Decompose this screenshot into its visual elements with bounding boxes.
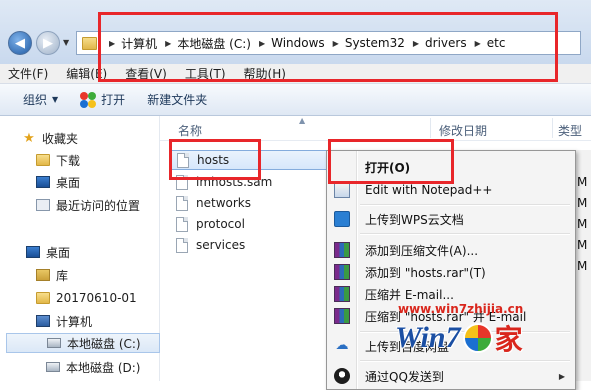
winrar-icon: [334, 286, 350, 302]
organize-button[interactable]: 组织 ▼: [23, 91, 58, 108]
ctx-upload-wps[interactable]: 上传到WPS云文档: [329, 208, 573, 230]
menu-help[interactable]: 帮助(H): [244, 65, 286, 82]
breadcrumb-etc[interactable]: ▶ etc: [467, 36, 506, 50]
ctx-add-hosts-rar[interactable]: 添加到 "hosts.rar"(T): [329, 261, 573, 283]
column-divider[interactable]: [430, 118, 431, 138]
chevron-right-icon: ▶: [412, 38, 420, 48]
file-icon: [176, 195, 188, 211]
desktop-icon: [36, 176, 50, 188]
folder-icon: [82, 36, 97, 50]
ctx-add-archive[interactable]: 添加到压缩文件(A)...: [329, 239, 573, 261]
library-icon: [36, 269, 50, 281]
winrar-icon: [334, 242, 350, 258]
breadcrumb-system32[interactable]: ▶ System32: [325, 36, 405, 50]
menu-file[interactable]: 文件(F): [8, 65, 48, 82]
open-button[interactable]: 打开: [80, 91, 125, 108]
file-icon: [176, 174, 188, 190]
column-type[interactable]: 类型: [558, 122, 582, 139]
qq-penguin-icon: [334, 368, 350, 384]
type-cell: M: [577, 217, 588, 231]
type-cell: M: [577, 175, 588, 189]
file-icon: [176, 216, 188, 232]
desktop-icon: [26, 246, 40, 258]
computer-icon: [36, 315, 50, 327]
chevron-right-icon: ▶: [165, 38, 172, 48]
winrar-icon: [334, 308, 350, 324]
type-cell: M: [577, 238, 588, 252]
chevron-right-icon: ▶: [474, 38, 481, 48]
ctx-edit-notepad[interactable]: Edit with Notepad++: [329, 179, 573, 201]
address-area: ◀ ▶ ▼ ▶ 计算机 ▶ 本地磁盘 (C:) ▶ Windows ▶ System32…: [0, 0, 591, 64]
breadcrumb-computer[interactable]: ▶ 计算机: [101, 35, 157, 52]
downloads-folder-icon: [36, 154, 50, 166]
breadcrumb-drive-c[interactable]: ▶ 本地磁盘 (C:): [157, 35, 251, 52]
cloud-upload-icon: ☁: [335, 338, 349, 353]
menu-bar: 文件(F) 编辑(E) 查看(V) 工具(T) 帮助(H): [0, 64, 591, 84]
column-header: ▲ 名称 修改日期 类型: [160, 116, 591, 141]
hard-drive-icon: [47, 338, 61, 348]
chevron-right-icon: ▶: [558, 371, 565, 381]
column-name[interactable]: 名称: [178, 122, 202, 139]
chevron-right-icon: ▶: [332, 38, 339, 48]
forward-button[interactable]: ▶: [36, 31, 60, 55]
type-cell: M: [577, 259, 588, 273]
recent-places-icon: [36, 199, 50, 211]
hard-drive-icon: [46, 362, 60, 372]
user-folder-icon: [36, 292, 50, 304]
chevron-down-icon: ▼: [52, 95, 59, 104]
wps-cloud-icon: [334, 211, 350, 227]
watermark-url: www.win7zhijia.cn: [398, 302, 524, 316]
notepad-plus-plus-icon: [334, 182, 350, 198]
new-folder-button[interactable]: 新建文件夹: [147, 91, 207, 108]
menu-edit[interactable]: 编辑(E): [66, 65, 107, 82]
nav-favorites[interactable]: ★ 收藏夹: [22, 128, 182, 148]
file-icon: [177, 152, 189, 168]
breadcrumb-windows[interactable]: ▶ Windows: [251, 36, 325, 50]
file-row-protocol[interactable]: protocol: [176, 214, 245, 234]
chevron-right-icon: ▶: [258, 38, 266, 48]
back-button[interactable]: ◀: [8, 31, 32, 55]
windows-logo-icon: [462, 323, 493, 353]
menu-view[interactable]: 查看(V): [125, 65, 167, 82]
menu-tools[interactable]: 工具(T): [185, 65, 226, 82]
nav-drive-c[interactable]: 本地磁盘 (C:): [6, 333, 160, 353]
file-row-lmhosts[interactable]: lmhosts.sam: [176, 172, 272, 192]
ctx-open[interactable]: 打开(O): [329, 156, 573, 178]
navigation-pane: ★ 收藏夹 下载 桌面 最近访问的位置 桌面 库 20170610-01 计算机…: [0, 116, 160, 381]
star-icon: ★: [23, 130, 35, 146]
breadcrumb-drivers[interactable]: ▶ drivers: [405, 36, 467, 50]
menu-divider: [360, 233, 570, 235]
winrar-icon: [334, 264, 350, 280]
type-cell: M: [577, 196, 588, 210]
command-bar: 组织 ▼ 打开 新建文件夹: [0, 84, 591, 116]
sort-ascending-icon: ▲: [299, 116, 306, 125]
open-with-icon: [80, 91, 97, 108]
address-bar[interactable]: ▶ 计算机 ▶ 本地磁盘 (C:) ▶ Windows ▶ System32 ▶ driv…: [76, 31, 581, 55]
column-date-modified[interactable]: 修改日期: [439, 122, 487, 139]
recent-pages-chevron-down-icon[interactable]: ▼: [63, 38, 69, 47]
chevron-right-icon: ▶: [109, 38, 116, 48]
watermark-logo: Win7 家: [395, 321, 523, 356]
column-divider[interactable]: [552, 118, 553, 138]
ctx-send-qq[interactable]: 通过QQ发送到 ▶: [329, 365, 573, 387]
file-row-services[interactable]: services: [176, 235, 245, 255]
file-row-networks[interactable]: networks: [176, 193, 251, 213]
menu-divider: [360, 204, 570, 206]
menu-divider: [360, 360, 570, 362]
file-icon: [176, 237, 188, 253]
